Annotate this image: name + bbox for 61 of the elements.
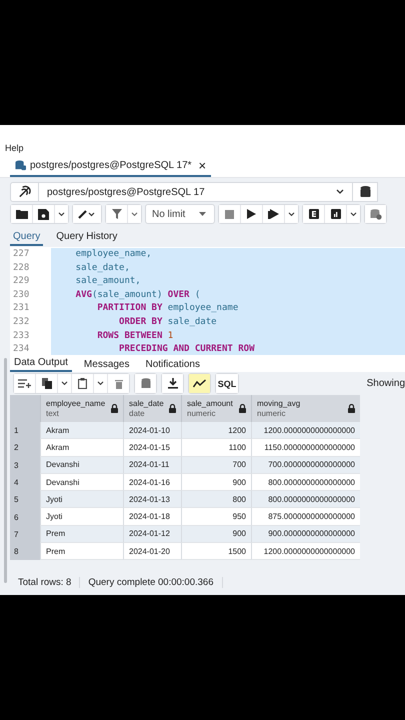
caret-down-icon [199, 212, 206, 216]
chevron-down-icon [288, 212, 295, 216]
output-tab[interactable]: Notifications [142, 359, 204, 372]
lock-icon [239, 404, 246, 413]
stop-icon [225, 210, 234, 218]
play-icon [247, 209, 256, 219]
clipboard-icon [78, 378, 87, 389]
sql-button[interactable]: SQL [216, 374, 238, 393]
table-cell: 2024-01-20 [123, 543, 181, 560]
chevron-down-icon [61, 381, 68, 386]
play-icon [268, 209, 279, 219]
database-icon [15, 160, 26, 170]
row-number[interactable]: 6 [10, 508, 40, 526]
row-number[interactable]: 1 [10, 422, 40, 440]
lock-icon [111, 404, 118, 413]
filter-icon [112, 209, 122, 219]
copy-icon [42, 378, 52, 389]
limit-select[interactable]: No limit [145, 204, 215, 224]
close-button[interactable]: × [198, 158, 206, 172]
row-number[interactable]: 4 [10, 474, 40, 492]
folder-icon [16, 209, 28, 219]
bar-chart-icon [330, 209, 340, 219]
download-icon [168, 378, 178, 389]
table-cell: Prem [40, 543, 123, 560]
filter-button[interactable] [106, 205, 128, 223]
lock-icon [348, 404, 355, 413]
chevron-down-icon [131, 212, 138, 216]
chevron-down-icon [58, 212, 65, 216]
database-check-icon [370, 208, 382, 220]
chevron-down-icon [97, 381, 104, 386]
table-cell: 1500 [181, 543, 251, 560]
trash-icon [114, 378, 122, 388]
query-status: Query complete 00:00:00.366 [80, 576, 222, 588]
table-cell: 1200.0000000000000000 [251, 543, 360, 560]
header-corner [10, 395, 40, 422]
database-icon [140, 378, 150, 389]
lock-icon [169, 404, 176, 413]
open-file-button[interactable] [11, 205, 33, 223]
connection-select[interactable]: postgres/postgres@PostgreSQL 17 [10, 182, 353, 202]
row-number[interactable]: 8 [10, 543, 40, 560]
row-number[interactable]: 2 [10, 439, 40, 457]
line-chart-icon [193, 379, 206, 388]
pen-icon [78, 209, 96, 219]
scrollbar[interactable] [4, 358, 7, 583]
chevron-down-icon [350, 212, 357, 216]
add-row-button[interactable] [14, 374, 36, 393]
row-number[interactable]: 5 [10, 491, 40, 508]
showing-label: Showing [366, 378, 405, 389]
chevron-down-icon [336, 189, 344, 195]
menu-item[interactable]: Help [5, 143, 24, 155]
explain-button[interactable] [303, 205, 325, 223]
add-row-icon [18, 379, 31, 388]
save-icon [38, 208, 49, 220]
explain-icon [308, 209, 318, 219]
row-number[interactable]: 7 [10, 526, 40, 544]
output-tab[interactable]: Messages [80, 359, 134, 372]
database-icon [360, 186, 370, 198]
database-button[interactable] [353, 182, 378, 202]
row-number[interactable]: 3 [10, 456, 40, 474]
total-rows-label: Total rows: 8 [10, 576, 80, 588]
editor-tab[interactable]: Query History [53, 229, 120, 246]
